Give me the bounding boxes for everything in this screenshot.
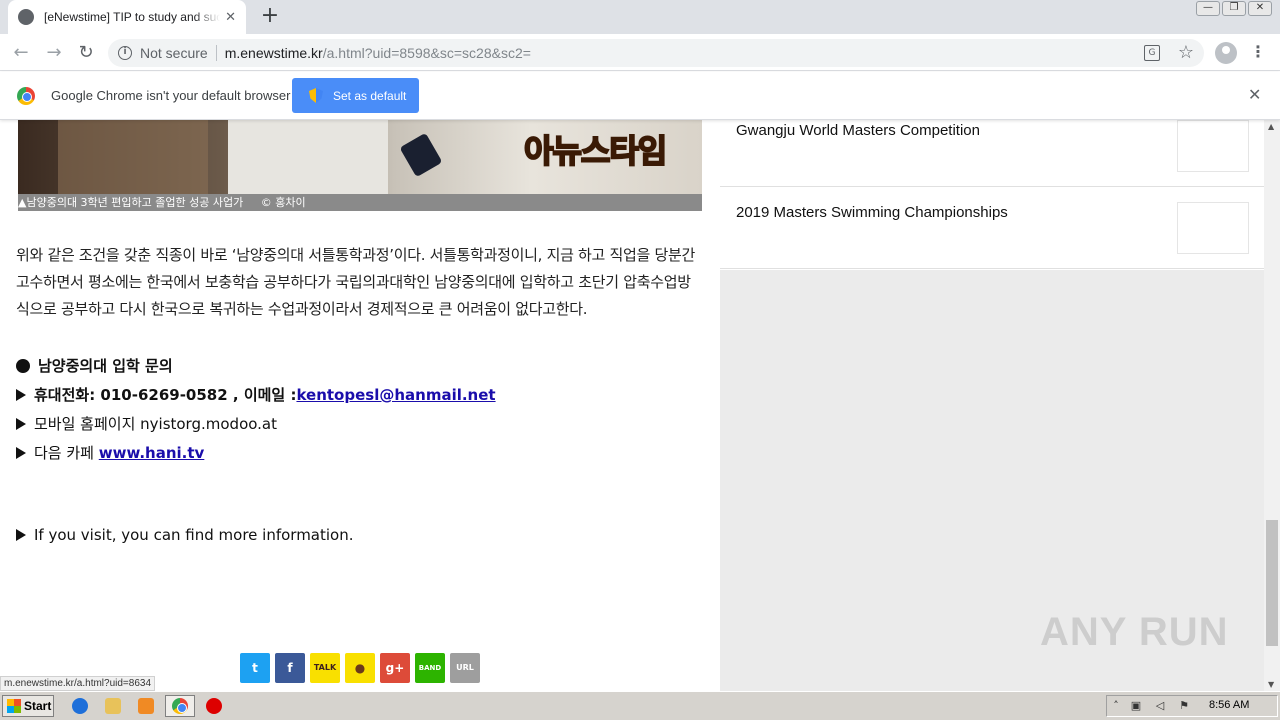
inquiry-heading: 남양중의대 입학 문의 xyxy=(16,355,173,376)
email-link[interactable]: kentopesl@hanmail.net xyxy=(296,386,495,404)
news-title[interactable]: Gwangju World Masters Competition xyxy=(736,122,980,139)
translate-icon[interactable]: G xyxy=(1144,45,1160,61)
triangle-bullet-icon xyxy=(16,418,26,430)
news-thumbnail[interactable] xyxy=(1177,120,1249,172)
minimize-button[interactable]: — xyxy=(1196,1,1220,16)
url-host[interactable]: m.enewstime.kr xyxy=(225,45,323,61)
profile-avatar-icon[interactable] xyxy=(1215,42,1237,64)
browser-tab[interactable]: [eNewstime] TIP to study and succeed ✕ xyxy=(8,0,246,34)
photo-background xyxy=(58,120,208,194)
infobar-message: Google Chrome isn't your default browser xyxy=(51,88,291,103)
news-item[interactable]: 2019 Masters Swimming Championships xyxy=(720,187,1264,269)
set-as-default-label: Set as default xyxy=(333,88,407,103)
info-icon[interactable]: i xyxy=(118,46,132,60)
phone-label: 휴대전화: 010-6269-0582 , 이메일 : xyxy=(34,386,297,404)
article-paragraph: 위와 같은 조건을 갖춘 직종이 바로 ‘남양중의대 서틀통학과정’이다. 서틀… xyxy=(16,246,695,318)
tab-close-icon[interactable]: ✕ xyxy=(225,10,236,25)
tray-expand-icon[interactable]: ˄ xyxy=(1109,700,1123,712)
article-photo: 아뉴스타임 xyxy=(18,120,702,194)
stop-sign-icon[interactable] xyxy=(206,698,222,714)
url-path[interactable]: /a.html?uid=8598&sc=sc28&sc2= xyxy=(323,45,531,61)
restore-button[interactable]: ❐ xyxy=(1222,1,1246,16)
visit-text: If you visit, you can find more informat… xyxy=(34,526,354,544)
scroll-up-arrow-icon[interactable]: ▲ xyxy=(1268,122,1274,131)
scroll-down-arrow-icon[interactable]: ▼ xyxy=(1268,680,1274,689)
set-as-default-button[interactable]: Set as default xyxy=(292,78,419,113)
vertical-scrollbar[interactable]: ▲ ▼ xyxy=(1264,120,1280,691)
window-controls: — ❐ ✕ xyxy=(1196,1,1272,16)
network-icon[interactable]: ▣ xyxy=(1129,700,1143,712)
default-browser-infobar: Google Chrome isn't your default browser… xyxy=(0,72,1280,120)
photo-caption: ▲남양중의대 3학년 편입하고 졸업한 성공 사업가 © 홍차이 xyxy=(18,194,702,211)
uac-shield-icon xyxy=(309,88,323,103)
news-thumbnail[interactable] xyxy=(1177,202,1249,254)
forward-button[interactable]: → xyxy=(42,41,66,65)
phone-email-line: 휴대전화: 010-6269-0582 , 이메일 :kentopesl@han… xyxy=(16,384,496,405)
photo-watermark: 아뉴스타임 xyxy=(523,131,668,171)
band-icon[interactable]: BAND xyxy=(415,653,445,683)
bullet-dot-icon xyxy=(16,359,30,373)
url-copy-icon[interactable]: URL xyxy=(450,653,480,683)
windows-taskbar: Start ˄ ▣ ◁ ⚑ 8:56 AM xyxy=(0,691,1280,720)
security-label[interactable]: Not secure xyxy=(140,45,208,61)
triangle-bullet-icon xyxy=(16,529,26,541)
globe-icon xyxy=(18,9,34,25)
homepage-label: 모바일 홈페이지 nyistorg.modoo.at xyxy=(34,415,277,433)
taskbar-clock[interactable]: 8:56 AM xyxy=(1209,699,1249,711)
internet-explorer-icon[interactable] xyxy=(72,698,88,714)
system-tray: ˄ ▣ ◁ ⚑ 8:56 AM xyxy=(1106,695,1278,717)
address-bar[interactable]: i Not secure m.enewstime.kr /a.html?uid=… xyxy=(108,39,1204,67)
chrome-icon xyxy=(172,698,188,714)
news-title[interactable]: 2019 Masters Swimming Championships xyxy=(736,204,1008,221)
cafe-label: 다음 카페 xyxy=(34,444,99,462)
screen: [eNewstime] TIP to study and succeed ✕ +… xyxy=(0,0,1280,720)
news-item[interactable]: Gwangju World Masters Competition xyxy=(720,120,1264,187)
back-button[interactable]: ← xyxy=(9,41,33,65)
social-share-bar: t f TALK ● g+ BAND URL xyxy=(240,653,480,683)
cafe-link[interactable]: www.hani.tv xyxy=(99,444,205,462)
file-explorer-icon[interactable] xyxy=(105,698,121,714)
windows-logo-icon xyxy=(7,699,21,713)
media-player-icon[interactable] xyxy=(138,698,154,714)
browser-toolbar: ← → ↻ i Not secure m.enewstime.kr /a.htm… xyxy=(0,34,1280,71)
kakaotalk-icon[interactable]: TALK xyxy=(310,653,340,683)
google-plus-icon[interactable]: g+ xyxy=(380,653,410,683)
related-news-list: Gwangju World Masters Competition 2019 M… xyxy=(720,120,1264,270)
inquiry-title: 남양중의대 입학 문의 xyxy=(38,357,173,375)
volume-icon[interactable]: ◁ xyxy=(1153,700,1167,712)
homepage-line: 모바일 홈페이지 nyistorg.modoo.at xyxy=(16,413,277,434)
separator xyxy=(215,45,217,61)
photo-phone xyxy=(399,132,443,178)
chrome-menu-icon[interactable]: ⋮ xyxy=(1250,42,1266,62)
photo-figure xyxy=(228,120,388,194)
tab-strip: [eNewstime] TIP to study and succeed ✕ +… xyxy=(0,0,1280,34)
right-sidebar: Gwangju World Masters Competition 2019 M… xyxy=(720,120,1264,691)
triangle-bullet-icon xyxy=(16,447,26,459)
new-tab-button[interactable]: + xyxy=(258,5,282,29)
chrome-logo-icon xyxy=(17,87,35,105)
kakaostory-icon[interactable]: ● xyxy=(345,653,375,683)
cafe-line: 다음 카페 www.hani.tv xyxy=(16,442,204,463)
scroll-thumb[interactable] xyxy=(1266,520,1278,646)
action-center-flag-icon[interactable]: ⚑ xyxy=(1177,700,1191,712)
infobar-close-icon[interactable]: ✕ xyxy=(1248,85,1261,105)
bookmark-star-icon[interactable]: ☆ xyxy=(1178,41,1194,65)
facebook-icon[interactable]: f xyxy=(275,653,305,683)
start-label: Start xyxy=(24,699,52,713)
link-status-bar: m.enewstime.kr/a.html?uid=8634 xyxy=(0,676,156,691)
start-button[interactable]: Start xyxy=(2,695,54,717)
triangle-bullet-icon xyxy=(16,389,26,401)
twitter-icon[interactable]: t xyxy=(240,653,270,683)
reload-button[interactable]: ↻ xyxy=(74,41,98,65)
close-window-button[interactable]: ✕ xyxy=(1248,1,1272,16)
visit-line: If you visit, you can find more informat… xyxy=(16,526,354,544)
chrome-taskbar-button[interactable] xyxy=(165,695,195,717)
web-page: 아뉴스타임 ▲남양중의대 3학년 편입하고 졸업한 성공 사업가 © 홍차이 위… xyxy=(0,120,1264,691)
anyrun-watermark: ANY RUN xyxy=(1040,610,1229,654)
tab-title: [eNewstime] TIP to study and succeed xyxy=(44,10,220,24)
